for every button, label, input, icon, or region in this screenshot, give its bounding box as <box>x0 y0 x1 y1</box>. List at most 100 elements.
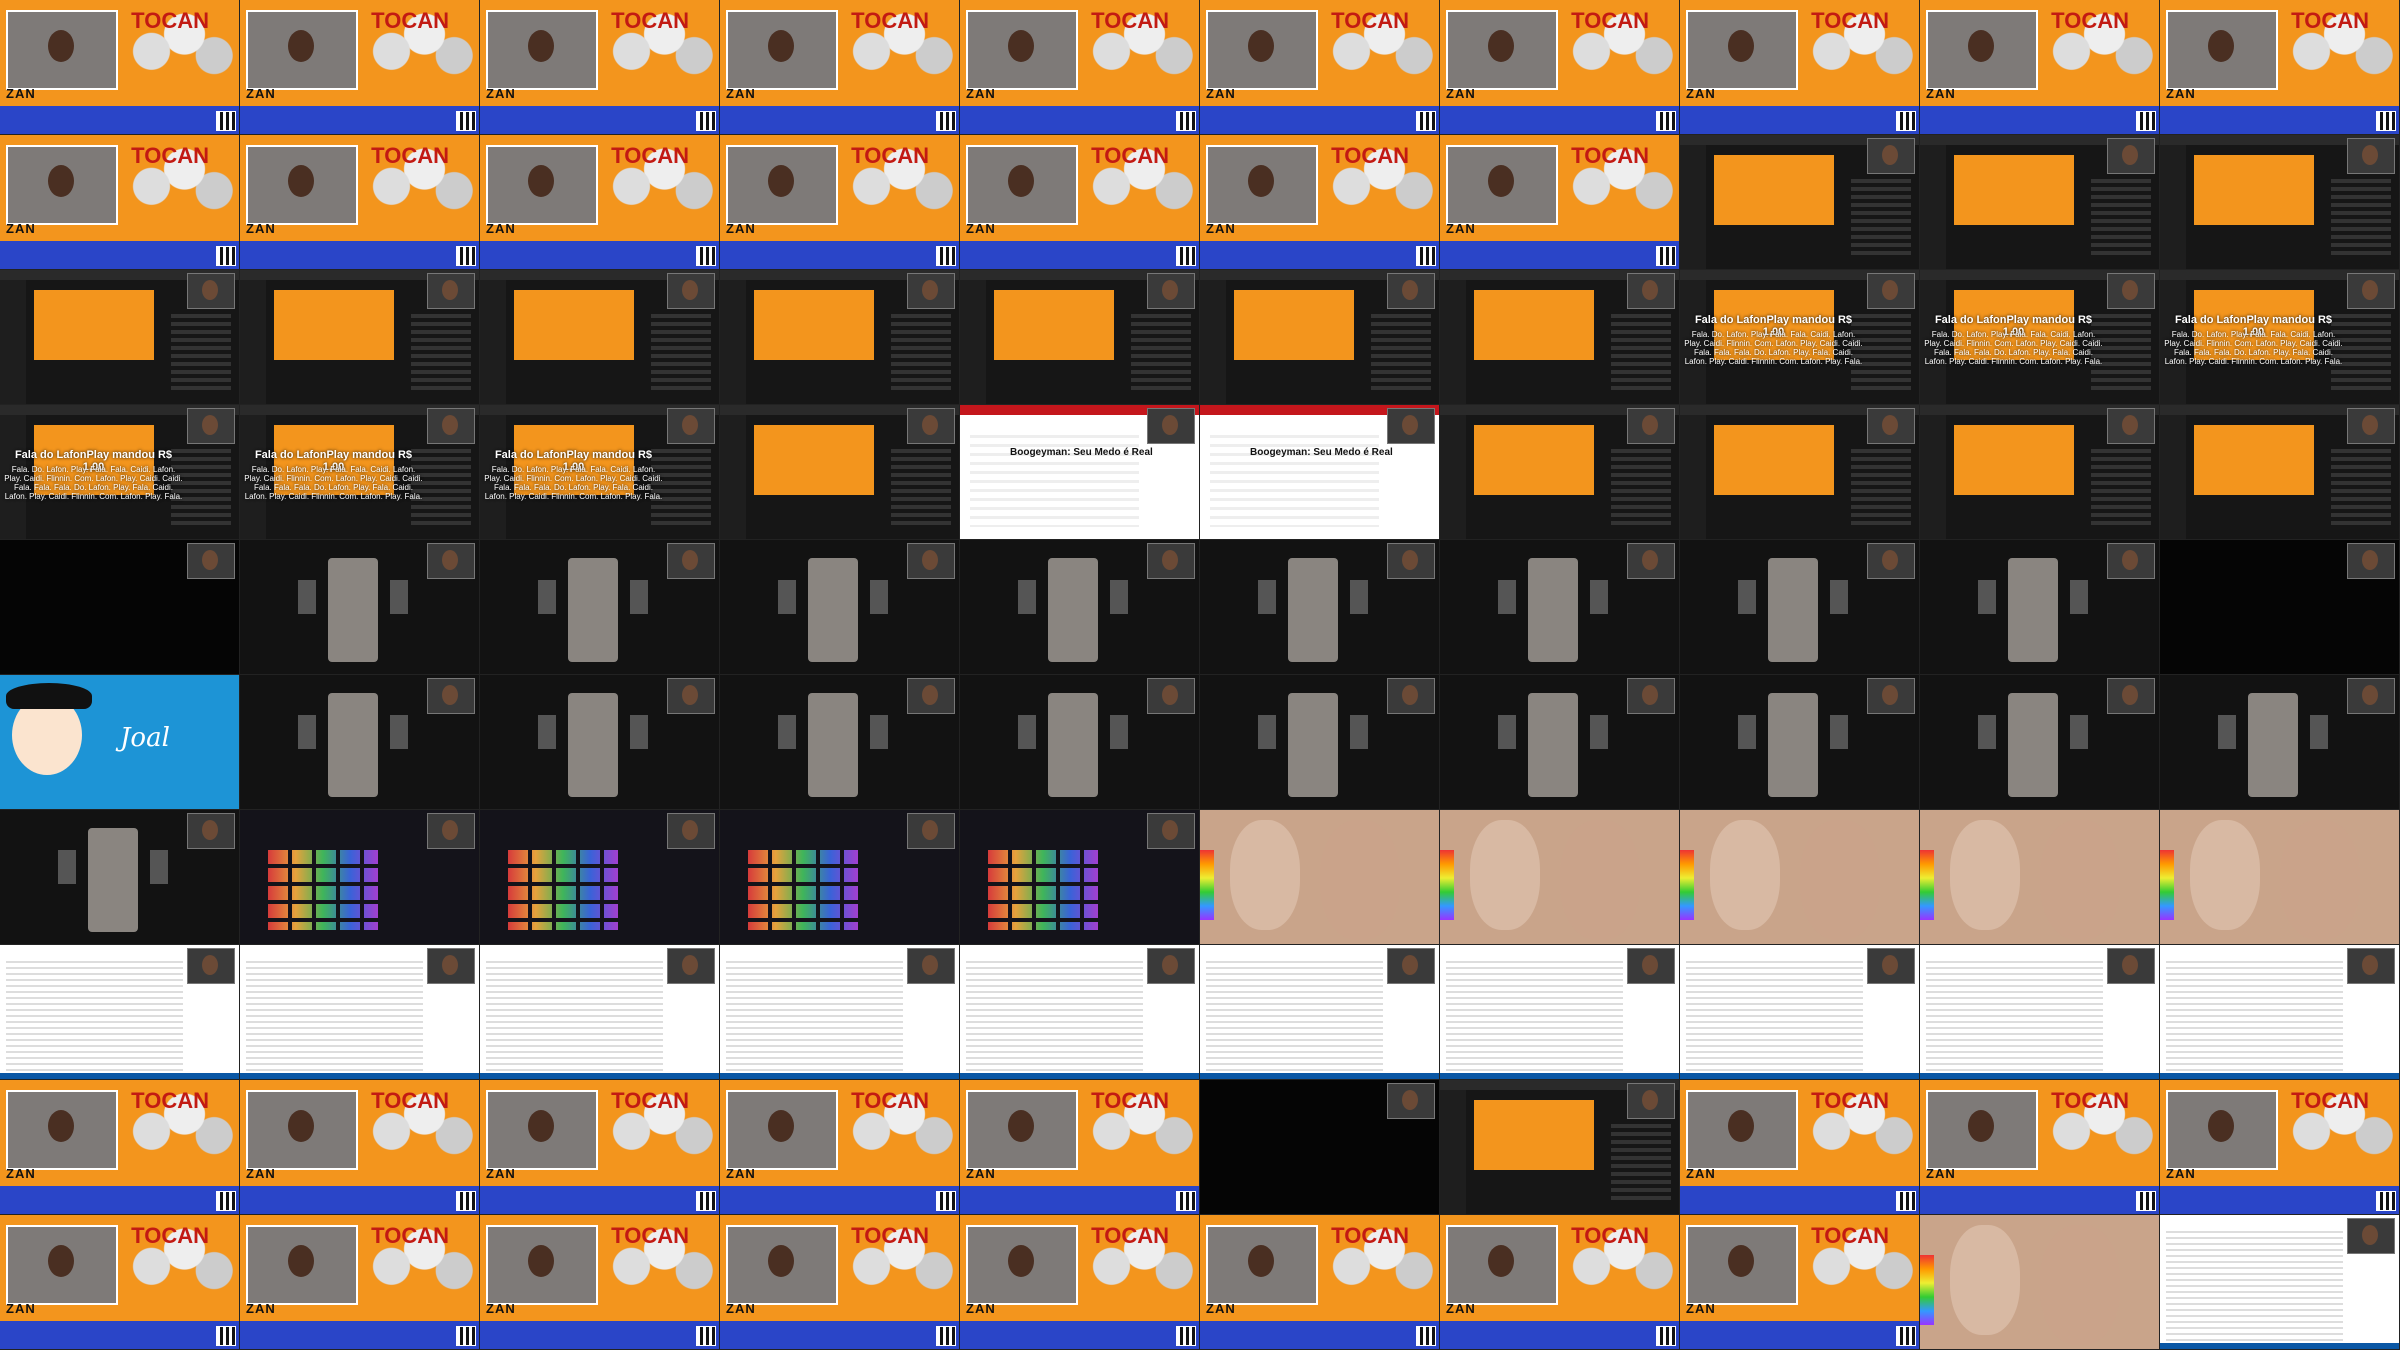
stream-preview <box>1234 290 1354 360</box>
frame-thumbnail <box>1680 945 1920 1080</box>
frame-thumbnail: TOCAN ZAN <box>1680 1215 1920 1350</box>
webcam-room <box>726 145 838 225</box>
overlay-blue-band <box>0 103 239 134</box>
side-thumbnail <box>1590 580 1608 614</box>
frame-thumbnail <box>2160 675 2400 810</box>
overlay-title: TOCAN <box>611 1223 689 1248</box>
side-thumbnail <box>538 715 556 749</box>
overlay-brand: ZAN <box>1926 86 1956 101</box>
chat-list <box>1611 1124 1671 1204</box>
app-sidebar <box>1920 145 1946 269</box>
webcam-overlay <box>187 273 235 309</box>
chat-list <box>2091 449 2151 529</box>
frame-thumbnail: TOCAN ZAN <box>2160 1080 2400 1215</box>
stream-preview <box>1954 425 2074 495</box>
donation-message: Fala. Do. Lafon. Play. Fala. Fala. Caidi… <box>484 465 663 501</box>
donation-message: Fala. Do. Lafon. Play. Fala. Fala. Caidi… <box>1924 330 2103 366</box>
side-thumbnail <box>1738 580 1756 614</box>
qr-code-icon <box>696 111 716 131</box>
side-thumbnail <box>1350 715 1368 749</box>
frame-thumbnail: Fala do LafonPlay mandou R$ 1,00 Fala. Do… <box>240 405 480 540</box>
frame-thumbnail <box>720 810 960 945</box>
side-thumbnail <box>1830 580 1848 614</box>
frame-thumbnail: TOCAN ZAN <box>240 0 480 135</box>
webcam-overlay <box>667 273 715 309</box>
frame-thumbnail <box>1920 810 2160 945</box>
taskbar <box>0 1073 239 1079</box>
webcam-room <box>1686 1090 1798 1170</box>
overlay-title: TOCAN <box>2051 8 2129 33</box>
webcam-room <box>6 10 118 90</box>
vertical-video <box>328 693 378 797</box>
side-thumbnail <box>1110 715 1128 749</box>
overlay-blue-band <box>240 1183 479 1214</box>
overlay-title: TOCAN <box>1091 143 1169 168</box>
frame-thumbnail <box>1440 405 1680 540</box>
frame-thumbnail <box>1680 405 1920 540</box>
qr-code-icon <box>1176 246 1196 266</box>
overlay-title: TOCAN <box>851 1088 929 1113</box>
webcam-overlay <box>667 948 715 984</box>
spreadsheet-rows <box>2166 961 2343 1071</box>
side-thumbnail <box>298 715 316 749</box>
side-thumbnail <box>1498 715 1516 749</box>
webcam-overlay <box>2107 543 2155 579</box>
spreadsheet-rows <box>1926 961 2103 1071</box>
side-thumbnail <box>1830 715 1848 749</box>
webcam-room <box>1926 1090 2038 1170</box>
overlay-title: TOCAN <box>2291 8 2369 33</box>
webcam-overlay <box>427 408 475 444</box>
webcam-room <box>1686 1225 1798 1305</box>
webcam-overlay <box>1627 948 1675 984</box>
webcam-overlay <box>907 678 955 714</box>
webcam-overlay <box>2107 408 2155 444</box>
overlay-blue-band <box>2160 103 2399 134</box>
face-left <box>1470 820 1540 930</box>
app-sidebar <box>2160 145 2186 269</box>
face-right <box>2040 1225 2120 1345</box>
spreadsheet-rows <box>246 961 423 1071</box>
rainbow-strip <box>1440 850 1454 920</box>
side-thumbnail <box>2070 580 2088 614</box>
frame-thumbnail <box>1440 540 1680 675</box>
frame-thumbnail <box>1920 945 2160 1080</box>
qr-code-icon <box>696 1326 716 1346</box>
taskbar <box>480 1073 719 1079</box>
overlay-title: TOCAN <box>851 143 929 168</box>
taskbar <box>1200 1073 1439 1079</box>
frame-thumbnail: TOCAN ZAN <box>0 135 240 270</box>
webcam-overlay <box>1627 678 1675 714</box>
frame-thumbnail: Fala do LafonPlay mandou R$ 1,00 Fala. Do… <box>1680 270 1920 405</box>
spreadsheet-rows <box>1446 961 1623 1071</box>
qr-code-icon <box>216 246 236 266</box>
spreadsheet-rows <box>1206 961 1383 1071</box>
face-right <box>1560 820 1640 940</box>
stream-preview <box>1954 155 2074 225</box>
side-thumbnail <box>1350 580 1368 614</box>
chat-list <box>1851 179 1911 259</box>
webcam-overlay <box>667 813 715 849</box>
side-thumbnail <box>2218 715 2236 749</box>
vertical-video <box>1288 558 1338 662</box>
side-thumbnail <box>870 580 888 614</box>
face-right <box>1320 820 1400 940</box>
webcam-room <box>246 1225 358 1305</box>
webcam-overlay <box>1387 408 1435 444</box>
webcam-room <box>246 1090 358 1170</box>
frame-thumbnail: TOCAN ZAN <box>480 135 720 270</box>
side-thumbnail <box>1978 715 1996 749</box>
overlay-title: TOCAN <box>1331 143 1409 168</box>
overlay-brand: ZAN <box>486 1166 516 1181</box>
webcam-overlay <box>1627 273 1675 309</box>
overlay-blue-band <box>240 238 479 269</box>
qr-code-icon <box>1416 1326 1436 1346</box>
webcam-room <box>2166 10 2278 90</box>
frame-thumbnail: TOCAN ZAN <box>2160 0 2400 135</box>
frame-thumbnail: TOCAN ZAN <box>1200 1215 1440 1350</box>
webcam-room <box>966 145 1078 225</box>
webcam-overlay <box>1867 678 1915 714</box>
overlay-blue-band <box>240 103 479 134</box>
spreadsheet-rows <box>2166 1231 2343 1341</box>
vertical-video <box>808 558 858 662</box>
button-grid <box>748 850 858 930</box>
